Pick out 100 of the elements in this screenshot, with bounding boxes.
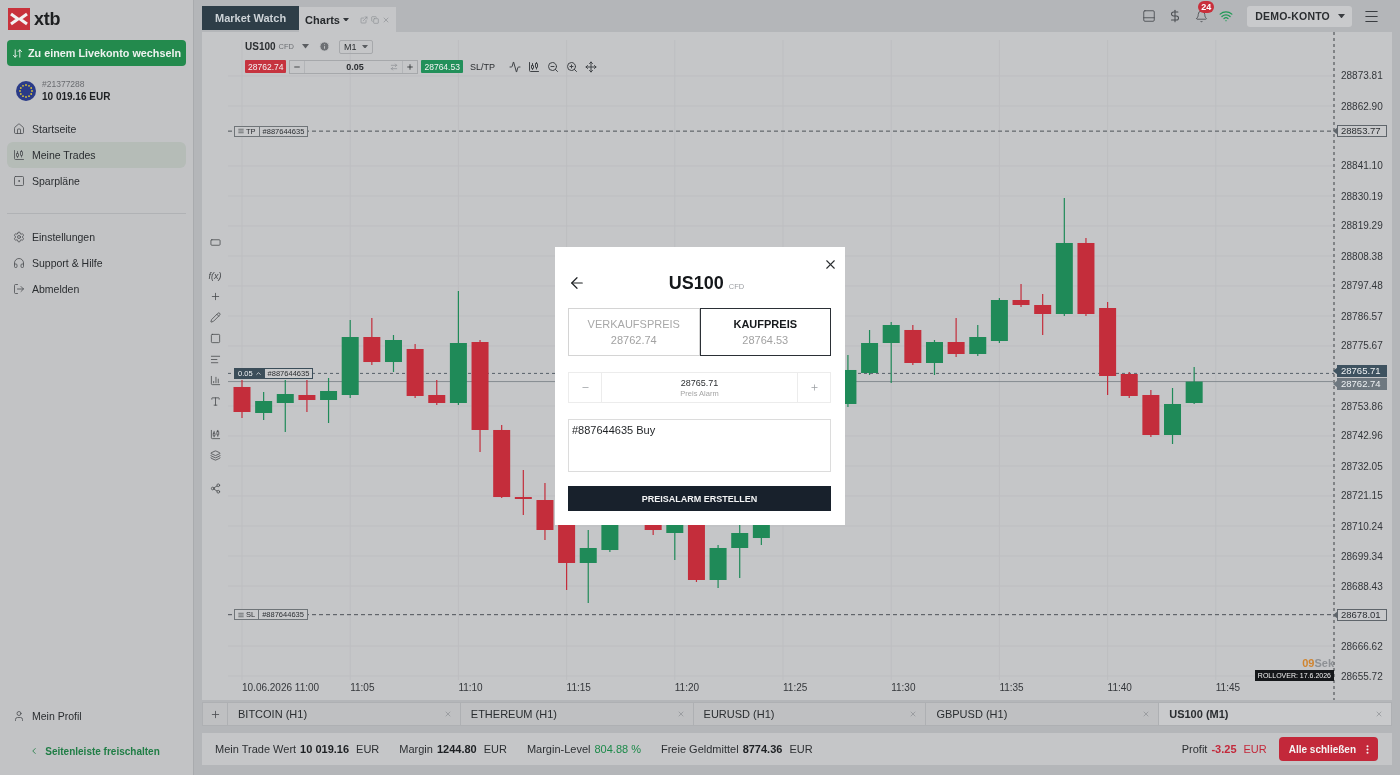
rectangle-icon xyxy=(209,237,221,248)
stat-label: Profit xyxy=(1181,743,1208,755)
wifi-icon xyxy=(1219,9,1234,23)
price-label: 28732.05 xyxy=(1341,460,1383,472)
stat-unit: EUR xyxy=(789,743,813,755)
time-label: 11:40 xyxy=(1107,682,1132,693)
account-menu[interactable]: DEMO-KONTO xyxy=(1247,5,1352,27)
stat-value: 10 019.16 xyxy=(300,743,350,755)
nav-item[interactable]: Startseite xyxy=(7,116,186,142)
price-label: 28808.38 xyxy=(1341,250,1383,262)
headset-icon xyxy=(13,257,25,269)
logout-icon xyxy=(13,283,25,295)
logo-text: xtb xyxy=(34,8,61,30)
time-label: 11:45 xyxy=(1215,682,1241,693)
sltp-button[interactable]: SL/TP xyxy=(467,61,497,72)
bar-chart-icon xyxy=(209,375,221,386)
price-label: 28841.10 xyxy=(1341,160,1383,172)
price-label: 28775.67 xyxy=(1341,340,1383,352)
stat-label: Mein Trade Wert xyxy=(215,743,297,755)
plus-icon xyxy=(209,291,221,302)
stat-unit: EUR xyxy=(1243,743,1267,755)
user-icon xyxy=(13,710,25,722)
candlestick-icon xyxy=(528,60,541,73)
price-label: 28666.62 xyxy=(1341,640,1383,652)
plus-icon xyxy=(406,62,415,71)
notification-count: 24 xyxy=(1198,1,1215,13)
stat-label: Freie Geldmittel xyxy=(661,743,739,755)
close-icon[interactable] xyxy=(909,710,918,718)
move-icon xyxy=(585,60,598,73)
zoom-in-button[interactable] xyxy=(565,60,579,73)
instrument-name: US100 xyxy=(245,41,276,52)
settings-icon xyxy=(13,231,25,243)
stat-value: -3.25 xyxy=(1211,743,1237,755)
stat-value: 1244.80 xyxy=(436,743,477,755)
line-chart-button[interactable] xyxy=(508,60,522,73)
price-label: 28873.81 xyxy=(1341,70,1383,82)
price-label: 28742.96 xyxy=(1341,430,1383,442)
panel-tab[interactable]: Market Watch xyxy=(202,6,300,30)
candlestick-icon xyxy=(209,429,221,440)
close-icon[interactable] xyxy=(1142,710,1151,718)
nav-item[interactable]: Abmelden xyxy=(7,276,186,302)
close-all-button[interactable]: Alle schließen xyxy=(1278,737,1378,761)
info-button[interactable] xyxy=(318,40,330,53)
nav-item[interactable]: Meine Trades xyxy=(7,142,186,168)
account-number: #21377288 xyxy=(42,80,86,89)
stat-label: Margin-Level xyxy=(526,743,591,755)
external-link-icon[interactable] xyxy=(359,15,368,24)
price-label: 28688.43 xyxy=(1341,580,1383,592)
stat-value: 804.88 % xyxy=(594,743,641,755)
caret-icon xyxy=(1338,13,1345,19)
account-balance: 10 019.16 EUR xyxy=(42,91,111,102)
price-label: 28721.15 xyxy=(1341,490,1383,502)
info-icon xyxy=(318,41,330,52)
price-label: 28819.29 xyxy=(1341,220,1383,232)
time-label: 11:05 xyxy=(350,682,375,693)
nav-item[interactable]: Support & Hilfe xyxy=(7,250,186,276)
timeframe-select[interactable]: M1 xyxy=(339,39,373,54)
panel-tab[interactable]: Charts xyxy=(299,7,396,32)
chart-type-button[interactable] xyxy=(527,60,541,73)
switch-account-button[interactable]: Zu einem Livekonto wechseln xyxy=(7,40,186,66)
price-label: 28753.86 xyxy=(1341,400,1383,412)
nav-item[interactable]: Sparpläne xyxy=(7,168,186,194)
zoom-in-icon xyxy=(566,60,579,73)
time-label: 11:15 xyxy=(566,682,591,693)
chart-tab[interactable]: ETHEREUM (H1) xyxy=(459,703,693,725)
nav-item[interactable]: Einstellungen xyxy=(7,224,186,250)
lines-icon xyxy=(238,128,244,135)
up-down-arrows-icon xyxy=(12,47,23,59)
chart-tab[interactable]: US100 (M1) xyxy=(1158,703,1391,725)
move-button[interactable] xyxy=(584,60,598,73)
close-icon[interactable] xyxy=(381,15,390,24)
indicator-button[interactable]: f(x) xyxy=(204,265,226,286)
time-label: 11:10 xyxy=(458,682,483,693)
close-icon[interactable] xyxy=(443,710,452,718)
time-label: 10.06.2026 11:00 xyxy=(242,682,320,693)
price-label: 28710.24 xyxy=(1341,520,1383,532)
caret-icon xyxy=(362,44,368,49)
chart-tab[interactable]: EURUSD (H1) xyxy=(692,703,926,725)
countdown-timer: 09Sek xyxy=(1302,657,1334,669)
price-label: 28786.57 xyxy=(1341,310,1383,322)
buy-button[interactable]: 28764.53 xyxy=(421,60,463,73)
zoom-out-button[interactable] xyxy=(546,60,560,73)
flag-icon xyxy=(16,81,36,101)
profile-item[interactable]: Mein Profil xyxy=(7,703,186,729)
stat-unit: EUR xyxy=(483,743,507,755)
chart-tab[interactable]: BITCOIN (H1) xyxy=(227,703,460,725)
time-label: 11:20 xyxy=(674,682,700,693)
price-label: 28699.34 xyxy=(1341,550,1383,562)
time-label: 11:30 xyxy=(891,682,916,693)
close-icon[interactable] xyxy=(1375,710,1383,718)
copy-icon[interactable] xyxy=(370,15,379,24)
sell-button[interactable]: 28762.74 xyxy=(245,60,287,73)
close-icon[interactable] xyxy=(676,710,685,718)
text-icon xyxy=(209,396,221,407)
price-label: 28797.48 xyxy=(1341,280,1383,292)
layout-button[interactable] xyxy=(1141,8,1158,24)
lines-icon xyxy=(238,611,244,618)
menu-button[interactable] xyxy=(1362,8,1380,24)
bell-icon xyxy=(1194,9,1208,23)
plus-icon xyxy=(209,708,221,720)
